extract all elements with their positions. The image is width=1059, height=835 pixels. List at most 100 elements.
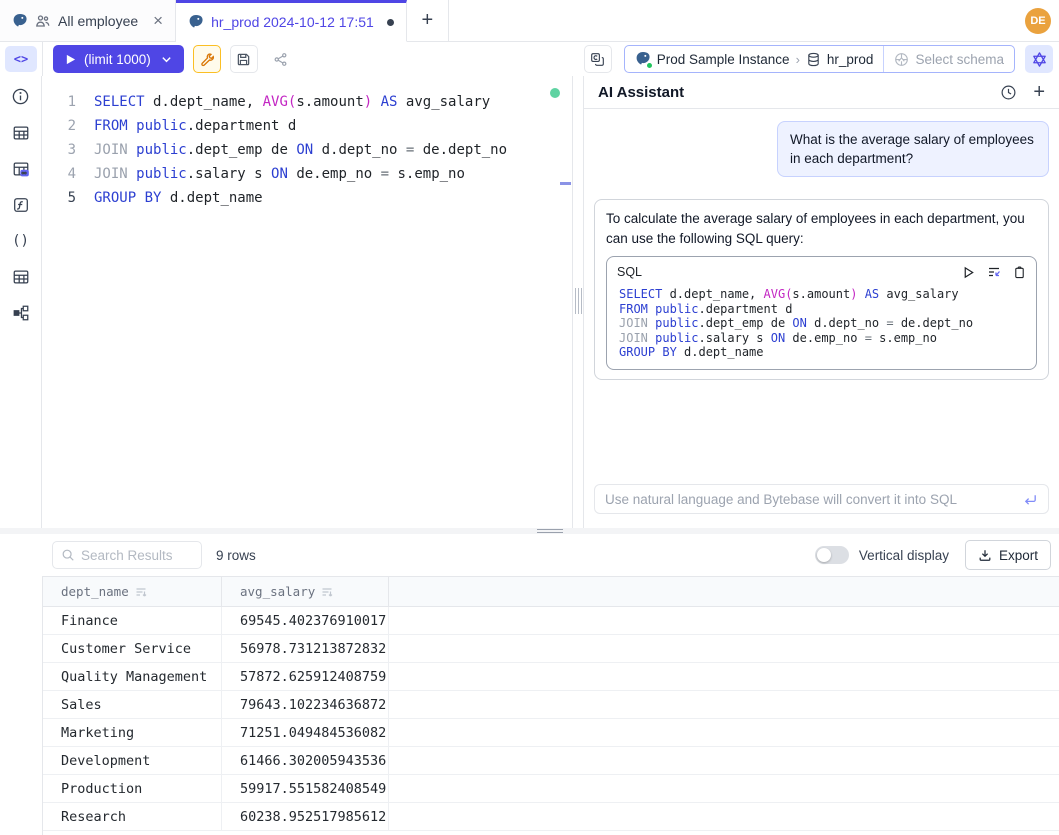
- ai-assistant-header: AI Assistant +: [584, 76, 1059, 109]
- users-icon: [35, 13, 51, 29]
- editor-toolbar: <> (limit 1000): [0, 42, 1059, 76]
- table-body: Finance69545.402376910017Customer Servic…: [43, 607, 1059, 831]
- openai-assistant-button[interactable]: [1025, 45, 1053, 73]
- copy-code-icon[interactable]: [1013, 266, 1026, 279]
- run-query-button[interactable]: (limit 1000): [53, 45, 184, 73]
- code-lang-label: SQL: [617, 262, 642, 282]
- assistant-message: To calculate the average salary of emplo…: [594, 199, 1049, 380]
- batch-query-button[interactable]: [584, 45, 612, 73]
- sql-editor[interactable]: 1SELECT d.dept_name, AVG(s.amount) AS av…: [42, 76, 572, 528]
- connection-scope: Prod Sample Instance › hr_prod Select sc…: [624, 45, 1015, 73]
- schema-placeholder: Select schema: [915, 52, 1004, 67]
- search-icon: [61, 548, 75, 562]
- save-button[interactable]: [230, 45, 258, 73]
- search-results-input[interactable]: [81, 548, 193, 563]
- table-row[interactable]: Marketing71251.049484536082: [43, 719, 1059, 747]
- table-row[interactable]: Production59917.551582408549: [43, 775, 1059, 803]
- sql-editor-app: All employee × hr_prod 2024-10-12 17:51 …: [0, 0, 1059, 835]
- schema-diagram-icon[interactable]: [10, 302, 31, 323]
- info-icon[interactable]: [10, 86, 31, 107]
- editor-sidebar: (): [0, 76, 42, 528]
- horizontal-splitter[interactable]: [0, 528, 1059, 534]
- ai-prompt-input[interactable]: [605, 492, 1023, 507]
- ai-code-line: FROM public.department d: [619, 302, 1026, 317]
- postgres-icon: [12, 13, 28, 29]
- export-button[interactable]: Export: [965, 540, 1051, 570]
- ai-input-box: [594, 484, 1049, 514]
- ai-assistant-title: AI Assistant: [598, 84, 684, 101]
- ai-code-line: JOIN public.dept_emp de ON d.dept_no = d…: [619, 316, 1026, 331]
- status-dot-green: [646, 62, 653, 69]
- ai-code-line: GROUP BY d.dept_name: [619, 345, 1026, 360]
- table-row[interactable]: Research60238.952517985612: [43, 803, 1059, 831]
- tab-bar: All employee × hr_prod 2024-10-12 17:51 …: [0, 0, 1059, 42]
- editor-code-line: 2FROM public.department d: [42, 114, 572, 138]
- table-row[interactable]: Finance69545.402376910017: [43, 607, 1059, 635]
- user-avatar[interactable]: DE: [1025, 8, 1051, 34]
- splitter-handle-icon: [537, 529, 563, 533]
- editor-code-line: 1SELECT d.dept_name, AVG(s.amount) AS av…: [42, 90, 572, 114]
- editor-code-line: 5GROUP BY d.dept_name: [42, 186, 572, 210]
- editor-code-line: 4JOIN public.salary s ON de.emp_no = s.e…: [42, 162, 572, 186]
- connection-status-dot: [550, 88, 560, 98]
- schema-selector[interactable]: Select schema: [883, 46, 1014, 72]
- ai-code-line: JOIN public.salary s ON de.emp_no = s.em…: [619, 331, 1026, 346]
- enter-return-icon[interactable]: [1023, 492, 1038, 507]
- table-row[interactable]: Customer Service56978.731213872832: [43, 635, 1059, 663]
- database-icon: [806, 52, 821, 67]
- parentheses-icon[interactable]: (): [10, 230, 31, 251]
- insert-code-icon[interactable]: [987, 265, 1001, 279]
- tab-hr-prod[interactable]: hr_prod 2024-10-12 17:51: [176, 0, 407, 42]
- search-results-box: [52, 541, 202, 569]
- table-row[interactable]: Sales79643.102234636872: [43, 691, 1059, 719]
- external-table-icon[interactable]: [10, 158, 31, 179]
- instance-database-selector[interactable]: Prod Sample Instance › hr_prod: [625, 46, 884, 72]
- close-icon[interactable]: ×: [153, 12, 163, 29]
- chevron-right-icon: ›: [796, 52, 800, 67]
- download-icon: [978, 548, 992, 562]
- admin-wrench-button[interactable]: [193, 45, 221, 73]
- new-tab-button[interactable]: +: [407, 0, 449, 41]
- ai-chat-body: What is the average salary of employees …: [584, 109, 1059, 528]
- unsaved-dot-icon: [387, 19, 394, 26]
- vertical-splitter[interactable]: [572, 76, 584, 528]
- editor-code-line: 3JOIN public.dept_emp de ON d.dept_no = …: [42, 138, 572, 162]
- assistant-intro-text: To calculate the average salary of emplo…: [606, 211, 1025, 246]
- results-table: dept_name avg_salary Finance69545.402376…: [42, 576, 1059, 835]
- new-chat-plus-icon[interactable]: +: [1033, 82, 1045, 102]
- splitter-handle-icon: [575, 288, 582, 314]
- overview-ruler-mark: [560, 182, 571, 185]
- user-message-bubble: What is the average salary of employees …: [777, 121, 1049, 177]
- function-icon[interactable]: [10, 194, 31, 215]
- tab-label: hr_prod 2024-10-12 17:51: [211, 14, 374, 30]
- column-header-avg-salary[interactable]: avg_salary: [222, 577, 389, 606]
- table-row[interactable]: Development61466.302005943536: [43, 747, 1059, 775]
- toolbar-right: Prod Sample Instance › hr_prod Select sc…: [584, 45, 1053, 73]
- main-area: () 1SELECT d.dept_name, AVG(s.amount) AS…: [0, 76, 1059, 528]
- instance-label: Prod Sample Instance: [657, 52, 790, 67]
- tab-all-employee[interactable]: All employee ×: [0, 0, 176, 41]
- postgres-icon: [188, 14, 204, 30]
- vertical-display-toggle[interactable]: [815, 546, 849, 564]
- table-row[interactable]: Quality Management57872.625912408759: [43, 663, 1059, 691]
- table-icon[interactable]: [10, 122, 31, 143]
- editor-code: 1SELECT d.dept_name, AVG(s.amount) AS av…: [42, 90, 572, 210]
- chevron-down-icon: [161, 54, 172, 65]
- code-panel-toggle-button[interactable]: <>: [5, 46, 37, 72]
- sort-icon: [135, 586, 147, 598]
- schema-cube-icon: [894, 52, 909, 67]
- share-button[interactable]: [267, 45, 295, 73]
- vertical-display-label: Vertical display: [859, 548, 949, 563]
- database-label: hr_prod: [827, 52, 874, 67]
- run-label: (limit 1000): [84, 52, 151, 67]
- code-lines: SELECT d.dept_name, AVG(s.amount) AS avg…: [607, 284, 1036, 369]
- column-header-dept-name[interactable]: dept_name: [43, 577, 222, 606]
- play-icon: [65, 54, 76, 65]
- results-toolbar: 9 rows Vertical display Export: [0, 534, 1059, 576]
- history-clock-icon[interactable]: [1000, 84, 1017, 101]
- row-count-label: 9 rows: [216, 548, 256, 563]
- table-icon-2[interactable]: [10, 266, 31, 287]
- run-code-icon[interactable]: [962, 266, 975, 279]
- postgres-icon: [635, 51, 651, 67]
- tab-label: All employee: [58, 13, 138, 29]
